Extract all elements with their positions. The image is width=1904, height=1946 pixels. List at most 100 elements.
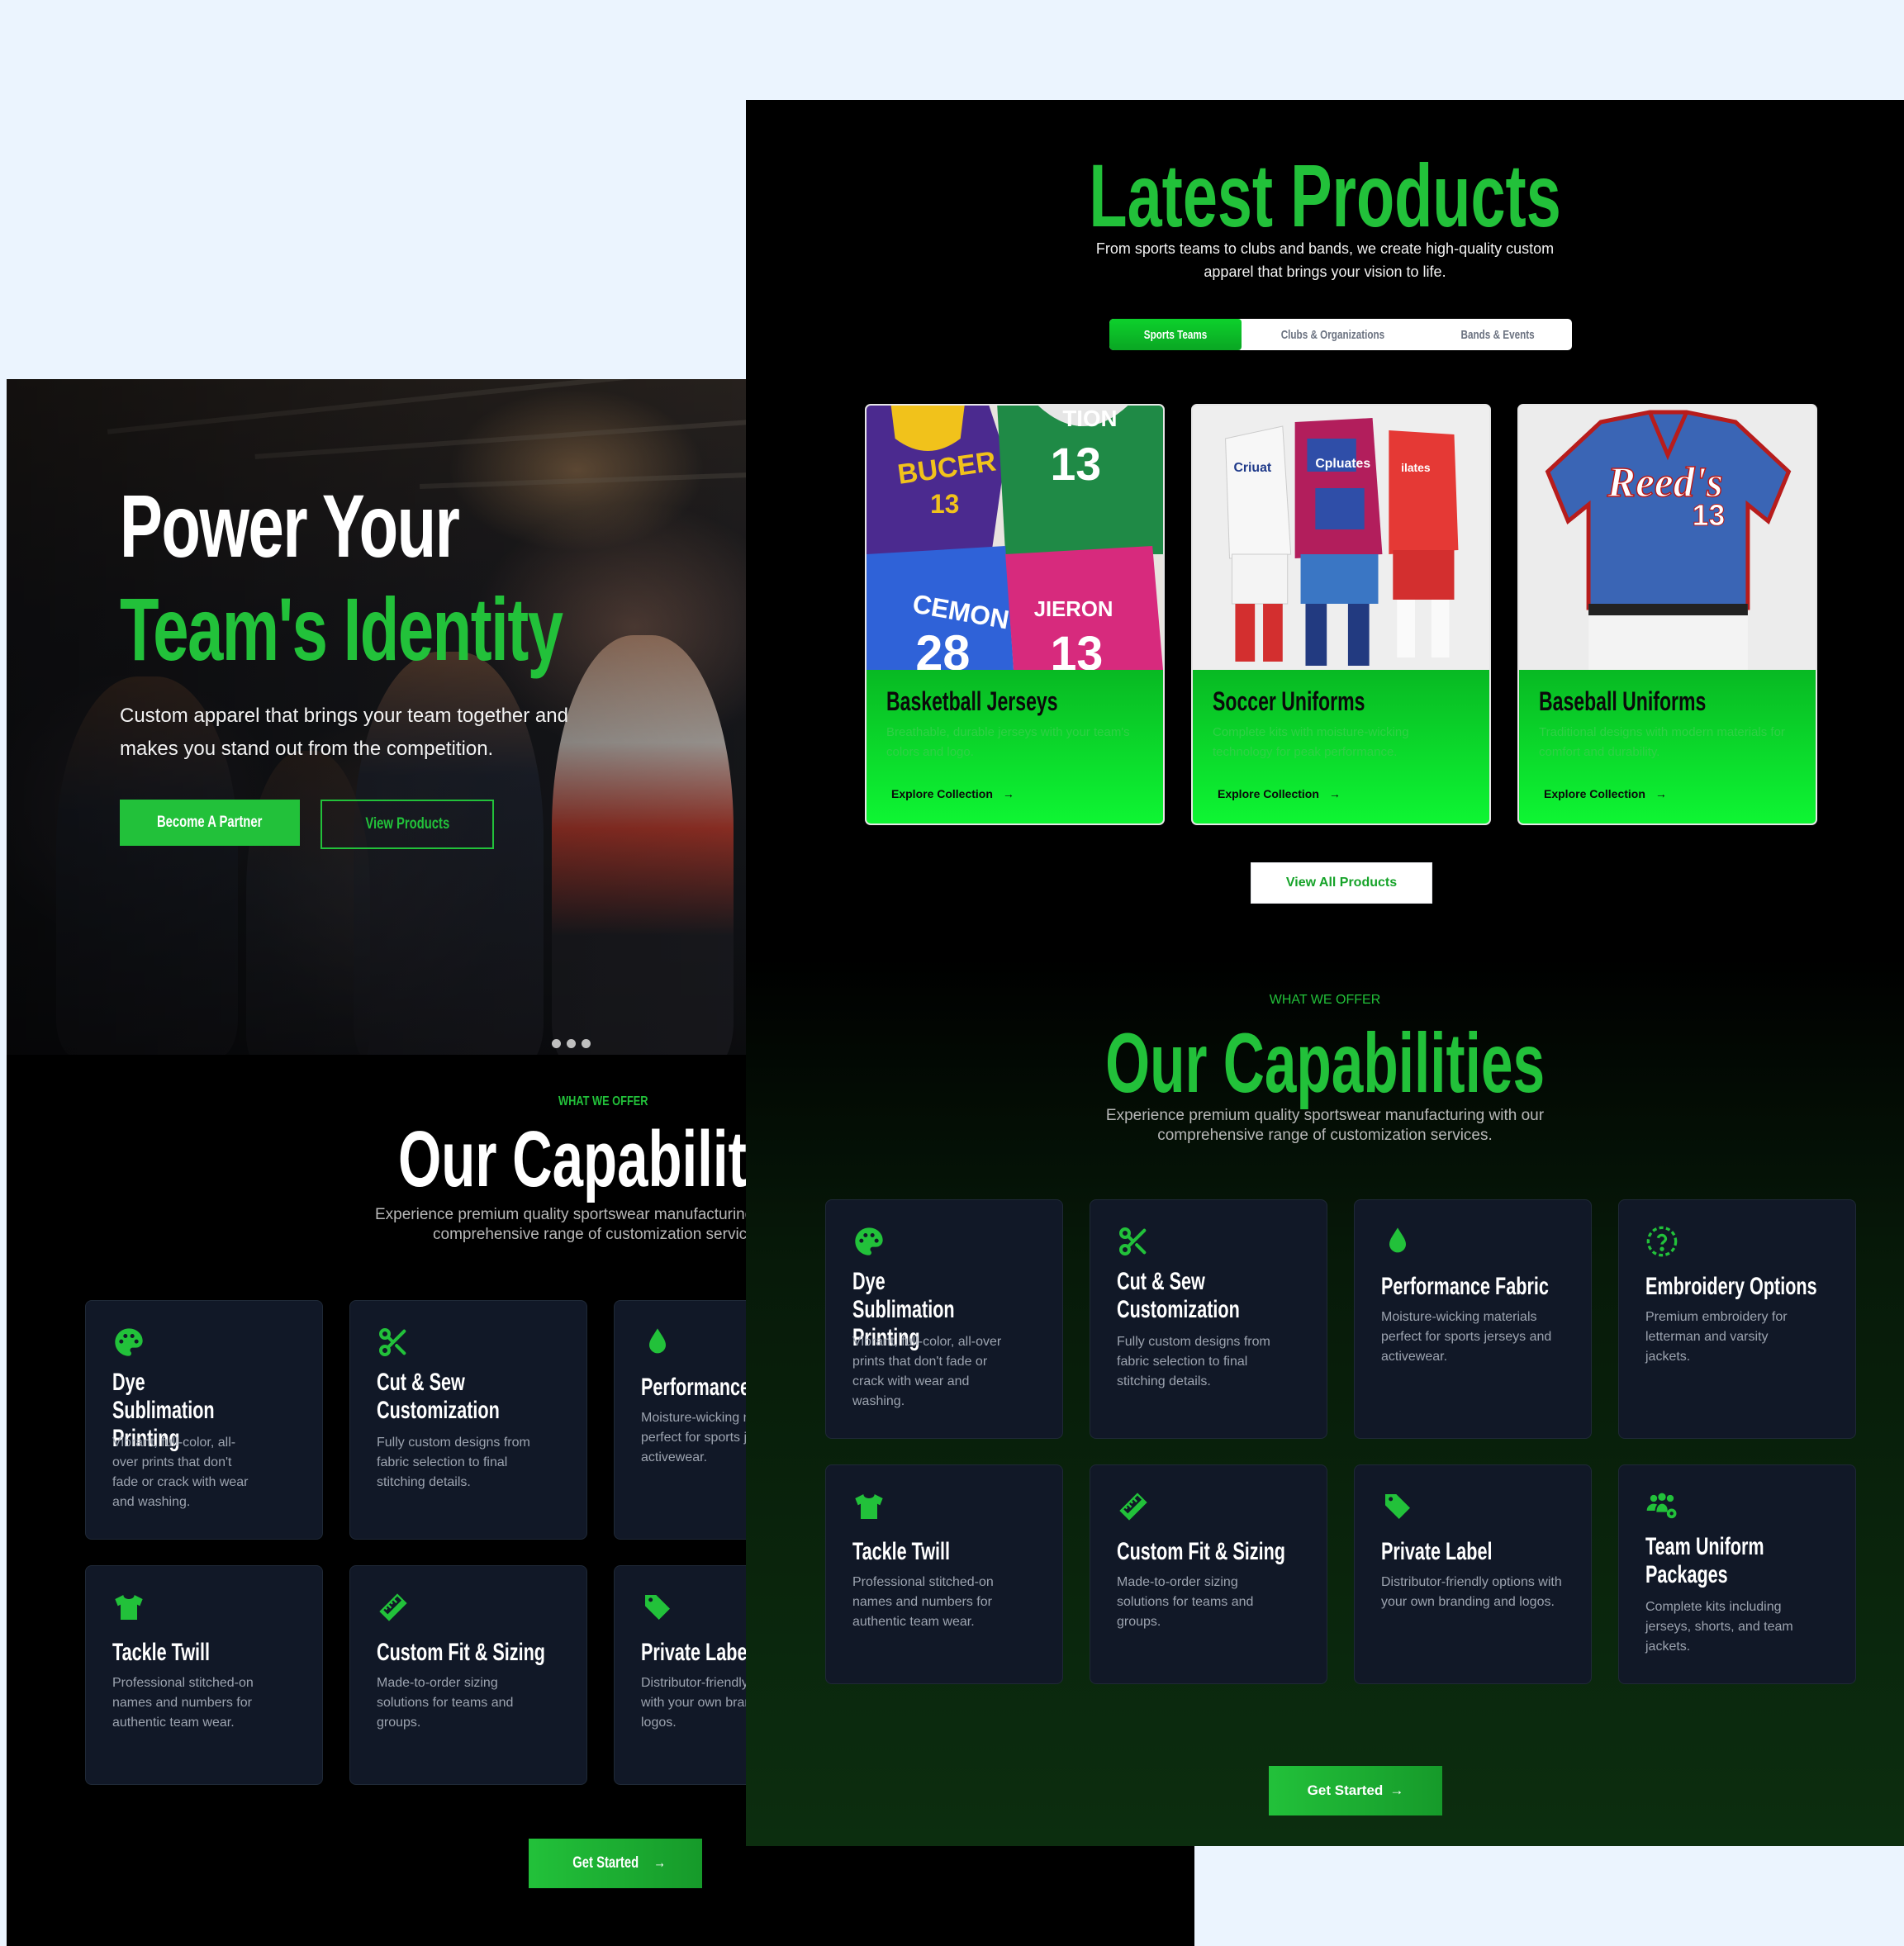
capability-desc: Fully custom designs from fabric selecti…	[377, 1436, 530, 1489]
hero-title-line2: Team's Identity	[120, 579, 563, 679]
view-all-products-button[interactable]: View All Products	[1251, 862, 1432, 904]
capability-desc: Complete kits including jerseys, shorts,…	[1645, 1600, 1793, 1654]
palette-icon	[115, 1328, 143, 1356]
capability-title: Custom Fit & Sizing	[377, 1639, 545, 1666]
ruler-icon	[1119, 1493, 1147, 1521]
jersey-text: 13	[930, 489, 959, 519]
capability-title: Cut & Sew Customization	[1117, 1268, 1240, 1323]
arrow-right-icon: →	[1328, 787, 1341, 800]
capability-title: Private Label	[1381, 1538, 1493, 1565]
capability-card-custom-fit[interactable]: Custom Fit & Sizing Made-to-order sizing…	[1090, 1464, 1327, 1684]
capability-card-tackle-twill[interactable]: Tackle Twill Professional stitched-on na…	[825, 1464, 1063, 1684]
product-card-baseball[interactable]: Reed's 13 Baseball Uniforms Traditional …	[1517, 404, 1817, 825]
capability-card-embroidery[interactable]: Embroidery Options Premium embroidery fo…	[1618, 1199, 1856, 1439]
capability-desc: Made-to-order sizing solutions for teams…	[377, 1676, 514, 1730]
baseball-uniforms-image: Reed's 13	[1519, 406, 1816, 670]
product-category-tabs: Sports Teams Clubs & Organizations Bands…	[1109, 319, 1572, 350]
jersey-text: ilates	[1401, 461, 1431, 474]
become-partner-button[interactable]: Become A Partner	[120, 800, 300, 846]
product-title: Baseball Uniforms	[1539, 686, 1707, 716]
jersey-text: Criuat	[1233, 461, 1271, 475]
tab-bands-events[interactable]: Bands & Events	[1423, 319, 1572, 350]
tab-label: Clubs & Organizations	[1280, 327, 1384, 342]
capability-card-performance-fabric[interactable]: Performance Fabric Moisture-wicking mate…	[1354, 1199, 1592, 1439]
capabilities-desc-line1: Experience premium quality sportswear ma…	[1105, 1107, 1545, 1124]
capability-desc: Moisture-wicking materials perfect for s…	[1381, 1310, 1552, 1364]
explore-label: Explore Collection	[1544, 787, 1645, 800]
tag-icon	[1385, 1494, 1410, 1519]
product-card-basketball[interactable]: BUCER 13 TION 13 CEMON 28 JIERON 13 Bask…	[865, 404, 1165, 825]
palette-icon	[855, 1227, 883, 1255]
view-products-button[interactable]: View Products	[320, 800, 494, 849]
hero-subtitle: Custom apparel that brings your team tog…	[120, 705, 568, 760]
products-title: Latest Products	[746, 144, 1904, 247]
soccer-uniforms-image: Criuat Cpluates ilates	[1193, 406, 1489, 670]
capability-card[interactable]: Tackle Twill Professional stitched-on na…	[85, 1565, 323, 1785]
capability-desc: Premium embroidery for letterman and var…	[1645, 1310, 1788, 1364]
hero-section: Power Your Team's Identity Custom appare…	[7, 379, 747, 1055]
jersey-text: 13	[1051, 628, 1104, 670]
jersey-text: 13	[1051, 439, 1102, 490]
capability-title: Tackle Twill	[852, 1538, 951, 1565]
product-desc: Complete kits with moisture-wicking tech…	[1213, 725, 1409, 759]
capability-card[interactable]: Cut & Sew Customization Fully custom des…	[349, 1300, 587, 1540]
get-started-button[interactable]: Get Started →	[1269, 1766, 1442, 1815]
capability-title: Team Uniform Packages	[1645, 1533, 1764, 1588]
carousel-dot[interactable]	[567, 1039, 576, 1048]
capabilities-eyebrow: WHAT WE OFFER	[558, 1094, 648, 1108]
capabilities-title: Our Capabilities	[746, 1015, 1904, 1112]
carousel-dot[interactable]	[552, 1039, 561, 1048]
capability-desc: Fully custom designs from fabric selecti…	[1117, 1335, 1270, 1388]
capabilities-desc-line2: comprehensive range of customization ser…	[1157, 1127, 1493, 1144]
scissors-icon	[379, 1328, 406, 1356]
capability-title: Embroidery Options	[1645, 1273, 1817, 1300]
capability-desc: Vibrant, full-color, all-over prints tha…	[852, 1335, 1002, 1408]
capability-card-private-label[interactable]: Private Label Distributor-friendly optio…	[1354, 1464, 1592, 1684]
hero-title-line1: Power Your	[120, 476, 460, 576]
become-partner-label: Become A Partner	[157, 814, 263, 831]
basketball-jerseys-image: BUCER 13 TION 13 CEMON 28 JIERON 13	[867, 406, 1163, 670]
tab-sports-teams[interactable]: Sports Teams	[1109, 319, 1242, 350]
droplet-icon	[1389, 1227, 1406, 1253]
capability-desc: Distributor-friendly options with your o…	[1381, 1575, 1562, 1609]
jersey-text: 28	[915, 625, 970, 670]
product-title: Soccer Uniforms	[1213, 686, 1365, 716]
get-started-button[interactable]: Get Started →	[529, 1839, 702, 1888]
users-gear-icon	[1646, 1493, 1677, 1519]
scissors-icon	[1119, 1227, 1147, 1255]
capabilities-description: Experience premium quality sportswear ma…	[746, 1106, 1904, 1146]
capability-title: Cut & Sew Customization	[377, 1369, 500, 1424]
capabilities-eyebrow: WHAT WE OFFER	[1269, 993, 1381, 1007]
capability-card[interactable]: Dye Sublimation Printing Vibrant, full-c…	[85, 1300, 323, 1540]
tab-clubs-organizations[interactable]: Clubs & Organizations	[1242, 319, 1423, 350]
get-started-label: Get Started	[572, 1854, 639, 1872]
capability-card-cut-sew[interactable]: Cut & Sew Customization Fully custom des…	[1090, 1199, 1327, 1439]
arrow-right-icon: →	[653, 1854, 667, 1872]
products-subtitle-line1: From sports teams to clubs and bands, we…	[1095, 240, 1555, 257]
question-circle-icon	[1646, 1226, 1678, 1257]
latest-products-section: Latest Products From sports teams to clu…	[746, 100, 1904, 956]
capability-card-dye-sublimation[interactable]: Dye Sublimation Printing Vibrant, full-c…	[825, 1199, 1063, 1439]
shirt-icon	[855, 1494, 883, 1519]
product-card-soccer[interactable]: Criuat Cpluates ilates Soccer Uniforms C…	[1191, 404, 1491, 825]
carousel-dots	[552, 1039, 591, 1048]
product-desc: Breathable, durable jerseys with your te…	[886, 725, 1130, 759]
explore-collection-link[interactable]: Explore Collection →	[891, 787, 1014, 800]
explore-collection-link[interactable]: Explore Collection →	[1218, 787, 1341, 800]
tab-label: Bands & Events	[1460, 327, 1535, 342]
explore-label: Explore Collection	[891, 787, 993, 800]
tag-icon	[645, 1595, 670, 1620]
product-card-body: Soccer Uniforms Complete kits with moist…	[1193, 670, 1489, 823]
arrow-right-icon: →	[1002, 787, 1014, 800]
explore-collection-link[interactable]: Explore Collection →	[1544, 787, 1667, 800]
products-title-text: Latest Products	[1089, 145, 1561, 245]
jersey-text: TION	[1062, 406, 1117, 431]
carousel-dot[interactable]	[582, 1039, 591, 1048]
view-products-label: View Products	[365, 815, 449, 833]
capability-card[interactable]: Custom Fit & Sizing Made-to-order sizing…	[349, 1565, 587, 1785]
ruler-icon	[379, 1593, 407, 1621]
jersey-text: 13	[1693, 499, 1726, 532]
product-card-body: Baseball Uniforms Traditional designs wi…	[1519, 670, 1816, 823]
capability-card-team-packages[interactable]: Team Uniform Packages Complete kits incl…	[1618, 1464, 1856, 1684]
shirt-icon	[115, 1595, 143, 1620]
